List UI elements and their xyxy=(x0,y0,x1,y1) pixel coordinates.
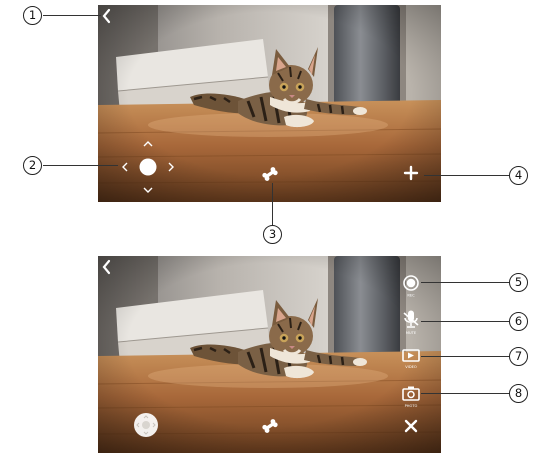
callout-6: 6 xyxy=(509,312,528,331)
mute-label: MUTE xyxy=(406,331,417,335)
callout-8: 8 xyxy=(509,384,528,403)
callout-4: 4 xyxy=(509,166,528,185)
leader-line-5 xyxy=(421,282,509,283)
close-icon xyxy=(404,419,418,433)
expanded-menu-screen: REC MUTE VIDEO PHOTO xyxy=(98,256,441,453)
live-view-screen xyxy=(98,5,441,202)
joystick-button[interactable] xyxy=(133,412,159,438)
leader-line-3 xyxy=(272,183,273,225)
treat-toss-button[interactable] xyxy=(260,416,280,436)
photo-label: PHOTO xyxy=(405,404,418,408)
video-button[interactable]: VIDEO xyxy=(398,345,424,371)
expand-menu-button[interactable] xyxy=(402,164,420,182)
arrow-right-icon xyxy=(168,162,174,172)
bone-icon xyxy=(262,167,278,181)
leader-line-7 xyxy=(421,356,509,357)
leader-line-1 xyxy=(43,15,101,16)
joystick-icon xyxy=(134,413,158,437)
chevron-left-icon xyxy=(102,259,111,275)
arrow-left-icon xyxy=(122,162,128,172)
leader-line-2 xyxy=(43,165,118,166)
plus-icon xyxy=(403,165,419,181)
joystick-icon xyxy=(122,141,174,193)
bone-icon xyxy=(262,419,278,433)
video-icon: VIDEO xyxy=(402,349,420,369)
leader-line-6 xyxy=(421,321,509,322)
record-button[interactable]: REC xyxy=(398,272,424,298)
callout-3: 3 xyxy=(263,225,282,244)
leader-line-4 xyxy=(424,175,509,176)
chevron-left-icon xyxy=(102,8,111,24)
arrow-up-icon xyxy=(143,141,153,147)
close-menu-button[interactable] xyxy=(402,417,420,435)
arrow-down-icon xyxy=(143,187,153,193)
record-icon: REC xyxy=(403,275,419,298)
back-button[interactable] xyxy=(100,8,114,24)
mute-button[interactable]: MUTE xyxy=(398,308,424,336)
mic-mute-icon: MUTE xyxy=(403,310,419,335)
callout-1: 1 xyxy=(23,6,42,25)
video-label: VIDEO xyxy=(405,365,417,369)
callout-7: 7 xyxy=(509,347,528,366)
back-button[interactable] xyxy=(100,259,114,275)
photo-button[interactable]: PHOTO xyxy=(398,383,424,409)
callout-2: 2 xyxy=(23,156,42,175)
record-label: REC xyxy=(407,294,415,298)
camera-icon: PHOTO xyxy=(402,386,420,408)
treat-toss-button[interactable] xyxy=(260,164,280,184)
leader-line-8 xyxy=(421,393,509,394)
callout-5: 5 xyxy=(509,273,528,292)
direction-pad[interactable] xyxy=(120,139,176,195)
